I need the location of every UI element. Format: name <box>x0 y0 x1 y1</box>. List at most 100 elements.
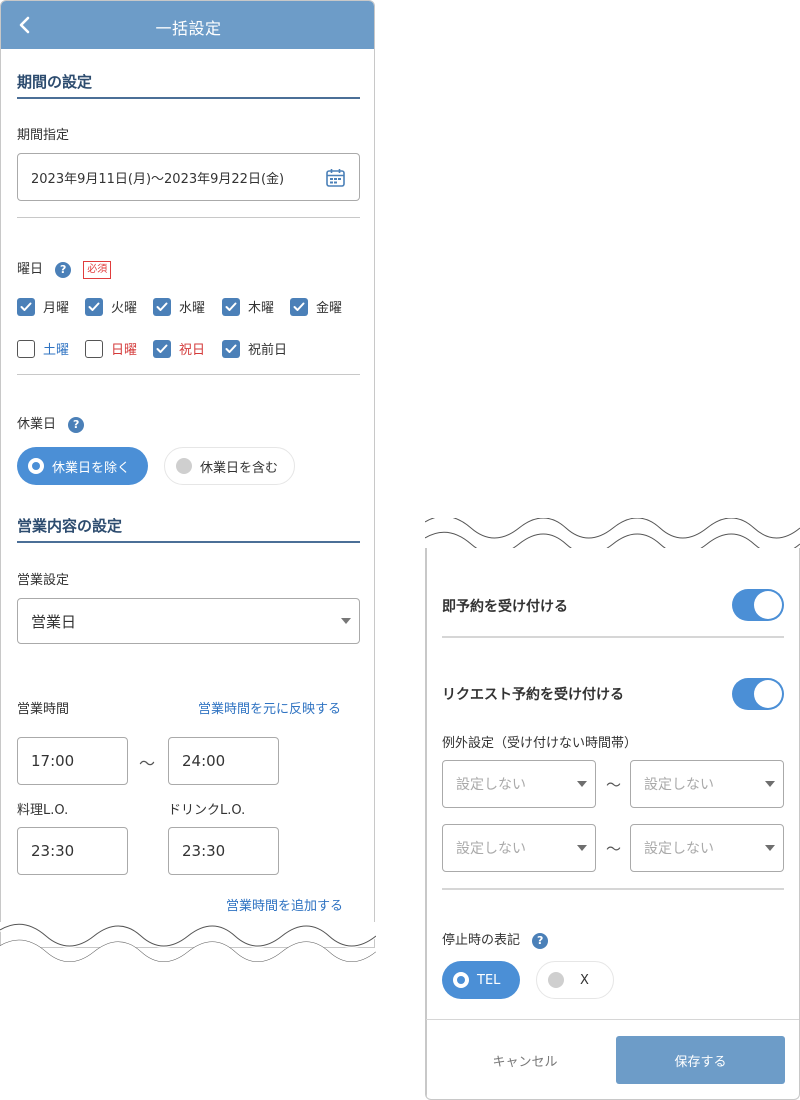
weekday-checkbox[interactable]: 月曜 <box>17 297 69 316</box>
radio-unselected-icon <box>548 972 564 988</box>
reflect-hours-link[interactable]: 営業時間を元に反映する <box>198 698 341 717</box>
weekday-checkbox[interactable]: 金曜 <box>290 297 342 316</box>
weekday-checkbox[interactable]: 水曜 <box>153 297 205 316</box>
holiday-include-label: 休業日を含む <box>200 460 279 476</box>
food-lo-label: 料理L.O. <box>17 803 69 818</box>
section-title-period: 期間の設定 <box>17 73 93 91</box>
help-icon[interactable]: ? <box>532 932 549 949</box>
chevron-down-icon <box>765 781 775 787</box>
weekday-label: 木曜 <box>248 301 275 316</box>
drink-lo-label: ドリンクL.O. <box>168 803 246 818</box>
checkbox-checked-icon <box>85 297 103 316</box>
weekday-label: 日曜 <box>111 343 138 358</box>
period-label: 期間指定 <box>17 128 70 143</box>
weekday-checkbox[interactable]: 土曜 <box>17 339 69 358</box>
drink-lo-value: 23:30 <box>182 842 226 860</box>
food-lo-value: 23:30 <box>31 842 75 860</box>
footer-divider <box>426 1019 799 1020</box>
weekday-label-row: 曜日 ? 必須 <box>17 258 112 279</box>
checkbox-checked-icon <box>222 339 240 358</box>
exception-to-select[interactable]: 設定しない <box>630 760 784 808</box>
drink-lo-input[interactable]: 23:30 <box>168 827 279 875</box>
business-setting-label: 営業設定 <box>17 573 70 588</box>
weekday-label: 金曜 <box>316 301 343 316</box>
weekday-label: 曜日 <box>17 262 44 277</box>
request-reservation-toggle[interactable] <box>732 678 784 710</box>
checkbox-checked-icon <box>153 297 171 316</box>
holiday-include-option[interactable]: 休業日を含む <box>164 447 295 485</box>
period-date-value: 2023年9月11日(月)〜2023年9月22日(金) <box>31 171 285 187</box>
exception-from-value: 設定しない <box>456 841 526 857</box>
stop-label: 停止時の表記 <box>442 933 521 948</box>
stop-x-label: X <box>580 972 589 988</box>
end-time-value: 24:00 <box>182 752 226 770</box>
chevron-down-icon <box>577 781 587 787</box>
add-hours-link[interactable]: 営業時間を追加する <box>226 895 343 914</box>
food-lo-input[interactable]: 23:30 <box>17 827 128 875</box>
exception-to-select[interactable]: 設定しない <box>630 824 784 872</box>
exception-from-select[interactable]: 設定しない <box>442 824 596 872</box>
page-title: 一括設定 <box>155 19 222 38</box>
radio-unselected-icon <box>176 458 192 474</box>
holiday-label-row: 休業日 ? <box>17 413 85 433</box>
checkbox-checked-icon <box>290 297 308 316</box>
time-range-separator: 〜 <box>139 754 156 773</box>
weekday-checkbox[interactable]: 祝日 <box>153 339 205 358</box>
chevron-down-icon <box>765 845 775 851</box>
stop-label-row: 停止時の表記 ? <box>442 929 549 949</box>
weekday-checkbox[interactable]: 火曜 <box>85 297 137 316</box>
business-setting-value: 営業日 <box>31 612 77 631</box>
settings-panel-top: 一括設定 期間の設定 期間指定 2023年9月11日(月)〜2023年9月22日… <box>0 0 375 948</box>
weekday-label: 祝前日 <box>248 343 288 358</box>
time-range-separator: 〜 <box>606 776 622 794</box>
radio-selected-icon <box>28 458 44 474</box>
request-reservation-label: リクエスト予約を受け付ける <box>442 687 624 703</box>
checkbox-checked-icon <box>222 297 240 316</box>
cancel-button[interactable]: キャンセル <box>442 1036 608 1084</box>
weekday-label: 祝日 <box>179 343 206 358</box>
weekday-label: 水曜 <box>179 301 206 316</box>
exception-label: 例外設定（受け付けない時間帯） <box>442 736 638 751</box>
radio-selected-icon <box>453 972 469 988</box>
weekday-checkbox[interactable]: 日曜 <box>85 339 137 358</box>
chevron-down-icon <box>577 845 587 851</box>
divider <box>442 888 784 890</box>
stop-x-option[interactable]: X <box>536 961 614 999</box>
section-underline <box>17 97 360 99</box>
app-header: 一括設定 <box>1 1 374 49</box>
instant-reservation-toggle[interactable] <box>732 589 784 621</box>
chevron-down-icon <box>341 618 351 624</box>
weekday-checkbox[interactable]: 祝前日 <box>222 339 287 358</box>
calendar-icon[interactable] <box>326 168 345 187</box>
instant-reservation-label: 即予約を受け付ける <box>442 599 568 615</box>
section-underline <box>17 541 360 543</box>
weekday-label: 火曜 <box>111 301 138 316</box>
time-range-separator: 〜 <box>606 840 622 858</box>
wave-divider <box>0 922 376 968</box>
holiday-exclude-option[interactable]: 休業日を除く <box>17 447 148 485</box>
help-icon[interactable]: ? <box>55 261 72 278</box>
section-title-business: 営業内容の設定 <box>17 517 123 535</box>
holiday-exclude-label: 休業日を除く <box>52 460 131 476</box>
divider <box>17 217 360 218</box>
period-date-input[interactable]: 2023年9月11日(月)〜2023年9月22日(金) <box>17 153 360 201</box>
weekday-label: 月曜 <box>43 301 70 316</box>
checkbox-checked-icon <box>17 297 35 316</box>
stop-tel-option[interactable]: TEL <box>442 961 520 999</box>
save-button[interactable]: 保存する <box>616 1036 785 1084</box>
help-icon[interactable]: ? <box>68 416 85 433</box>
business-setting-select[interactable]: 営業日 <box>17 598 360 644</box>
settings-panel-bottom: 即予約を受け付ける リクエスト予約を受け付ける 例外設定（受け付けない時間帯） … <box>425 548 800 1100</box>
end-time-input[interactable]: 24:00 <box>168 737 279 785</box>
stop-tel-label: TEL <box>477 972 501 988</box>
exception-to-value: 設定しない <box>644 841 714 857</box>
weekday-label: 土曜 <box>43 343 70 358</box>
divider <box>17 374 360 375</box>
required-badge: 必須 <box>83 260 112 279</box>
exception-from-select[interactable]: 設定しない <box>442 760 596 808</box>
holiday-label: 休業日 <box>17 417 57 432</box>
exception-to-value: 設定しない <box>644 777 714 793</box>
start-time-input[interactable]: 17:00 <box>17 737 128 785</box>
weekday-checkbox[interactable]: 木曜 <box>222 297 274 316</box>
business-hours-label: 営業時間 <box>17 702 70 717</box>
